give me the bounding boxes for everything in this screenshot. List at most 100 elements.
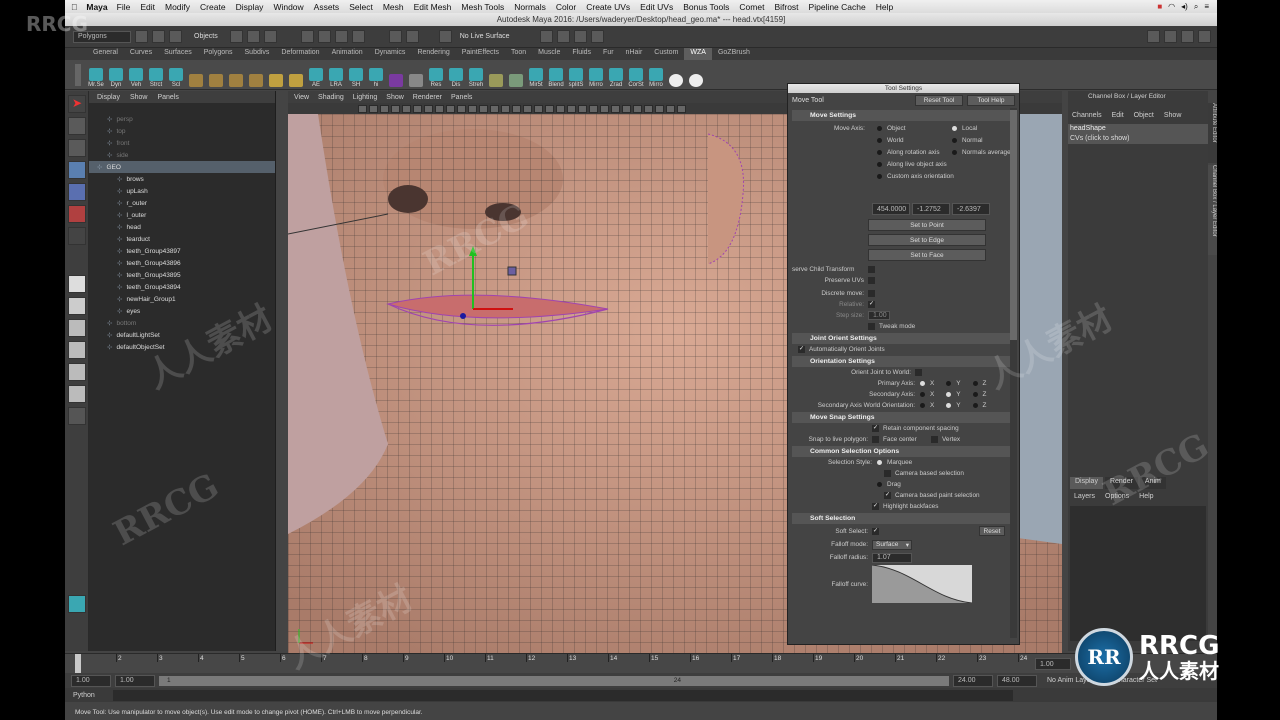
viewport-tool-icon-16[interactable] xyxy=(534,104,543,113)
viewport-tool-icon-10[interactable] xyxy=(468,104,477,113)
menu-item-mesh[interactable]: Mesh xyxy=(383,2,404,12)
shelf-tab-curves[interactable]: Curves xyxy=(124,48,158,60)
menu-item-color[interactable]: Color xyxy=(556,2,576,12)
vertex-checkbox[interactable] xyxy=(931,436,938,443)
auto-orient-checkbox[interactable]: ✓ xyxy=(798,346,805,353)
volume-icon[interactable]: ◂) xyxy=(1181,2,1188,12)
camera-based-checkbox[interactable] xyxy=(884,470,891,477)
menu-item-edit-mesh[interactable]: Edit Mesh xyxy=(414,2,452,12)
shelf-button-5[interactable] xyxy=(187,62,205,88)
select-object-icon[interactable] xyxy=(246,30,260,43)
axis-radio[interactable] xyxy=(877,138,882,143)
viewport-tool-icon-25[interactable] xyxy=(633,104,642,113)
viewport-tool-icon-12[interactable] xyxy=(490,104,499,113)
viewport-tool-icon-29[interactable] xyxy=(677,104,686,113)
end-time-field[interactable]: 48.00 xyxy=(997,674,1037,687)
rotate-tool-icon[interactable] xyxy=(68,183,86,201)
secondary-z-radio[interactable] xyxy=(972,392,978,397)
shelf-tab-fluids[interactable]: Fluids xyxy=(566,48,597,60)
layer-menu-help[interactable]: Help xyxy=(1139,493,1153,500)
discrete-move-checkbox[interactable] xyxy=(868,290,875,297)
outliner-item[interactable]: ⊹ eyes xyxy=(89,305,275,317)
viewport-tool-icon-19[interactable] xyxy=(567,104,576,113)
shelf-tab-polygons[interactable]: Polygons xyxy=(198,48,239,60)
viewport-menu-show[interactable]: Show xyxy=(386,94,404,101)
axis-option-local[interactable]: Local xyxy=(947,123,977,134)
move-manipulator-z[interactable] xyxy=(460,313,466,319)
viewport-tool-icon-26[interactable] xyxy=(644,104,653,113)
shelf-tab-surfaces[interactable]: Surfaces xyxy=(158,48,198,60)
outliner-item[interactable]: ⊹ side xyxy=(89,149,275,161)
outliner-item[interactable]: ⊹ teeth_Group43897 xyxy=(89,245,275,257)
outliner-item[interactable]: ⊹ newHair_Group1 xyxy=(89,293,275,305)
viewport-tool-icon-22[interactable] xyxy=(600,104,609,113)
viewport-tool-icon-27[interactable] xyxy=(655,104,664,113)
viewport-tool-icon-13[interactable] xyxy=(501,104,510,113)
viewport-tool-icon-24[interactable] xyxy=(622,104,631,113)
outliner-item[interactable]: ⊹ teeth_Group43896 xyxy=(89,257,275,269)
face-center-checkbox[interactable] xyxy=(872,436,879,443)
shelf-tab-animation[interactable]: Animation xyxy=(326,48,369,60)
channel-menu-channels[interactable]: Channels xyxy=(1072,112,1102,119)
axis-option-along-live-object-axis[interactable]: Along live object axis xyxy=(872,159,947,170)
live-surface-label[interactable]: No Live Surface xyxy=(460,33,510,40)
axis-radio[interactable] xyxy=(877,162,882,167)
viewport-tool-icon-1[interactable] xyxy=(369,104,378,113)
history-icon[interactable] xyxy=(388,30,402,43)
shelf-button-7[interactable] xyxy=(227,62,245,88)
viewport-menu-panels[interactable]: Panels xyxy=(451,94,472,101)
falloff-mode-dropdown[interactable]: Surface ▾ xyxy=(872,539,912,550)
axis-radio[interactable] xyxy=(877,174,882,179)
viewport-tool-icon-21[interactable] xyxy=(589,104,598,113)
shelf-button-0[interactable]: Mr.Se xyxy=(87,62,105,88)
shelf-button-18[interactable]: Dis xyxy=(447,62,465,88)
axis-radio[interactable] xyxy=(952,150,957,155)
side-tab-attribute-editor[interactable]: Attribute Editor xyxy=(1208,103,1217,163)
primary-z-radio[interactable] xyxy=(972,381,978,386)
snap-point-icon[interactable] xyxy=(334,30,348,43)
shelf-tab-deformation[interactable]: Deformation xyxy=(275,48,325,60)
layout-texture-icon[interactable] xyxy=(68,385,86,403)
outliner-item[interactable]: ⊹ upLash xyxy=(89,185,275,197)
axis-y-field[interactable]: -1.2752 xyxy=(912,203,950,215)
axis-radio[interactable] xyxy=(877,126,882,131)
channel-menu-object[interactable]: Object xyxy=(1134,112,1154,119)
layer-tab-render[interactable]: Render xyxy=(1104,477,1138,489)
menu-item-select[interactable]: Select xyxy=(349,2,373,12)
set-to-face-button[interactable]: Set to Face xyxy=(868,249,986,261)
move-settings-header[interactable]: Move Settings xyxy=(792,110,1015,121)
axis-option-custom-axis-orientation[interactable]: Custom axis orientation xyxy=(872,171,954,182)
axis-option-object[interactable]: Object xyxy=(872,123,905,134)
render-icon[interactable] xyxy=(539,30,553,43)
menu-item-pipeline-cache[interactable]: Pipeline Cache xyxy=(809,2,866,12)
shelf-tab-painteffects[interactable]: PaintEffects xyxy=(456,48,505,60)
outliner-item[interactable]: ⊹ GEO xyxy=(89,161,275,173)
shelf-button-2[interactable]: Veh xyxy=(127,62,145,88)
show-modeling-toolkit-icon[interactable] xyxy=(1147,30,1160,43)
axis-option-normal[interactable]: Normal xyxy=(947,135,983,146)
ipr-icon[interactable] xyxy=(556,30,570,43)
viewport-tool-icon-5[interactable] xyxy=(413,104,422,113)
wifi-icon[interactable]: ◠ xyxy=(1168,2,1175,12)
set-to-point-button[interactable]: Set to Point xyxy=(868,219,986,231)
select-hierarchy-icon[interactable] xyxy=(229,30,243,43)
menu-item-edit-uvs[interactable]: Edit UVs xyxy=(640,2,673,12)
shelf-tab-wza[interactable]: WZA xyxy=(684,48,712,60)
viewport-menu-lighting[interactable]: Lighting xyxy=(353,94,378,101)
snap-grid-icon[interactable] xyxy=(300,30,314,43)
shelf-tab-general[interactable]: General xyxy=(87,48,124,60)
shelf-button-17[interactable]: Res xyxy=(427,62,445,88)
shelf-button-25[interactable]: Mirro xyxy=(587,62,605,88)
viewport-tool-icon-17[interactable] xyxy=(545,104,554,113)
menu-item-modify[interactable]: Modify xyxy=(165,2,190,12)
joint-orient-header[interactable]: Joint Orient Settings xyxy=(792,333,1015,344)
shelf-button-22[interactable]: Mir5t xyxy=(527,62,545,88)
select-component-icon[interactable] xyxy=(263,30,277,43)
world-z-radio[interactable] xyxy=(972,403,978,408)
tool-help-button[interactable]: Tool Help xyxy=(967,94,1015,106)
menu-item-bifrost[interactable]: Bifrost xyxy=(774,2,798,12)
menu-item-edit[interactable]: Edit xyxy=(140,2,155,12)
axis-x-field[interactable]: 454.0000 xyxy=(872,203,910,215)
outliner-item[interactable]: ⊹ brows xyxy=(89,173,275,185)
layer-tab-anim[interactable]: Anim xyxy=(1139,477,1166,489)
